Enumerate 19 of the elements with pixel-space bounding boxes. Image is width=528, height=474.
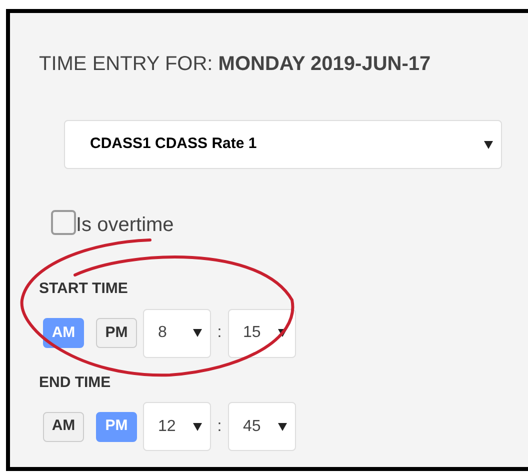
time-separator: :: [216, 416, 223, 436]
rate-select[interactable]: CDASS1 CDASS Rate 1: [64, 120, 502, 169]
panel-title: TIME ENTRY FOR: MONDAY 2019-JUN-17: [39, 52, 432, 77]
meridiem-button[interactable]: AM: [43, 412, 84, 442]
hour-select[interactable]: 8: [143, 308, 211, 358]
minute-select[interactable]: 45: [228, 402, 296, 451]
overtime-checkbox[interactable]: [51, 210, 76, 235]
time-label: END TIME: [39, 372, 112, 392]
meridiem-button[interactable]: PM: [96, 318, 137, 348]
overtime-label: Is overtime: [76, 215, 174, 235]
hour-select[interactable]: 12: [143, 402, 211, 451]
time-label: START TIME: [39, 279, 129, 299]
caret-icon: [193, 329, 202, 337]
caret-icon: [278, 329, 287, 337]
time-separator: :: [216, 323, 223, 343]
caret-icon: [193, 422, 202, 430]
caret-icon: [278, 422, 287, 430]
caret-icon: [484, 140, 493, 148]
minute-select[interactable]: 15: [228, 308, 296, 358]
